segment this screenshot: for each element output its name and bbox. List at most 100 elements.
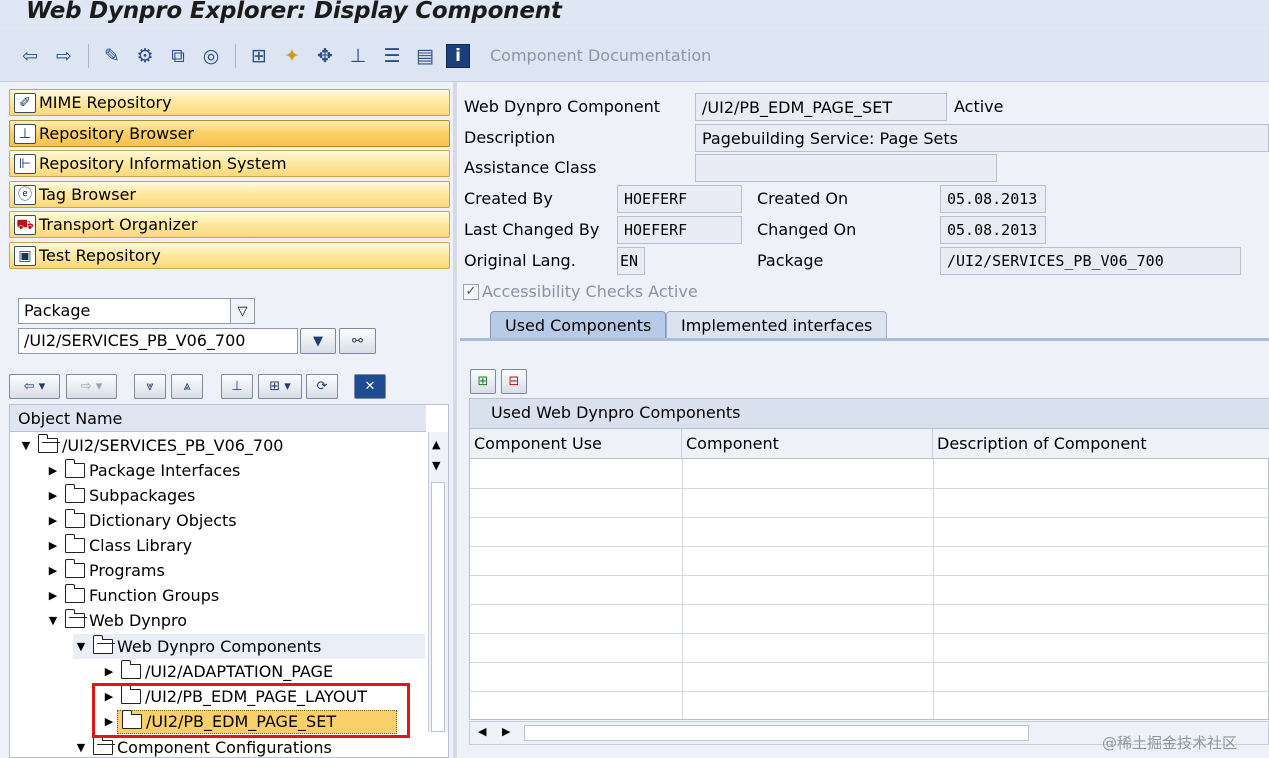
where-used-icon[interactable]: ⧉ — [166, 44, 190, 68]
object-name-input[interactable]: /UI2/SERVICES_PB_V06_700 — [18, 328, 298, 354]
edit-icon[interactable]: ✎ — [100, 44, 124, 68]
tree-row-component-configurations[interactable]: ▼ Component Configurations — [73, 735, 332, 758]
hierarchy-icon[interactable]: ⊥ — [346, 44, 370, 68]
tree-row[interactable]: ▶ Dictionary Objects — [45, 508, 237, 533]
tree-row-label: /UI2/ADAPTATION_PAGE — [145, 662, 334, 681]
list-icon[interactable]: ▤ — [413, 44, 437, 68]
tree-vertical-scrollbar[interactable]: ▲ ▼ — [428, 432, 448, 732]
expand-triangle-icon[interactable]: ▼ — [45, 614, 61, 627]
chevron-down-icon[interactable]: ▽ — [230, 299, 254, 323]
folder-open-icon — [92, 736, 113, 755]
tree-row-label: Function Groups — [89, 586, 220, 605]
tab-implemented-interfaces[interactable]: Implemented interfaces — [666, 311, 888, 339]
pane-splitter[interactable] — [453, 82, 457, 758]
close-tree-button[interactable]: ✕ — [354, 374, 386, 399]
row-line — [470, 633, 1269, 634]
folder-icon — [64, 484, 85, 503]
nav-mime-repository[interactable]: ✐ MIME Repository — [9, 89, 450, 116]
scroll-up-icon[interactable]: ▲ — [432, 438, 440, 451]
navigation-window-icon[interactable]: ⊞ — [247, 44, 271, 68]
collapse-triangle-icon[interactable]: ▶ — [45, 589, 61, 602]
tree-row[interactable]: ▶ Subpackages — [45, 483, 195, 508]
tree-row-label: Programs — [89, 561, 165, 580]
tree-row-web-dynpro[interactable]: ▼ Web Dynpro — [45, 608, 187, 633]
toggle-active-icon[interactable]: ⚙ — [133, 44, 157, 68]
collapse-triangle-icon[interactable]: ▶ — [45, 464, 61, 477]
column-header-component-use[interactable]: Component Use — [470, 429, 682, 459]
scroll-thumb[interactable] — [524, 725, 1029, 741]
info-system-icon: ⊩ — [14, 153, 36, 174]
column-header-description[interactable]: Description of Component — [933, 429, 1269, 459]
dropdown-arrow-button[interactable]: ▼ — [300, 328, 336, 354]
tree-row-web-dynpro-components[interactable]: ▼ Web Dynpro Components — [73, 634, 425, 659]
repository-browser-icon: ⊥ — [14, 123, 36, 144]
scroll-thumb[interactable] — [431, 482, 445, 732]
object-type-select[interactable]: Package ▽ — [18, 298, 255, 324]
column-header-component[interactable]: Component — [682, 429, 933, 459]
tree-row[interactable]: ▶ /UI2/PB_EDM_PAGE_LAYOUT — [101, 684, 367, 709]
tag-browser-icon: ⓔ — [14, 184, 36, 205]
forward-arrow-icon[interactable]: ⇨ — [52, 44, 76, 68]
collapse-triangle-icon[interactable]: ▶ — [45, 564, 61, 577]
collapse-triangle-icon[interactable]: ▶ — [45, 489, 61, 502]
collapse-triangle-icon[interactable]: ▶ — [101, 690, 117, 703]
tree-row[interactable]: ▶ Programs — [45, 558, 165, 583]
used-components-table: Used Web Dynpro Components Component Use… — [469, 398, 1269, 720]
back-arrow-icon[interactable]: ⇦ — [18, 44, 42, 68]
component-field: /UI2/PB_EDM_PAGE_SET — [695, 93, 947, 121]
scroll-left-icon[interactable]: ◀ — [478, 725, 486, 738]
mime-icon: ✐ — [14, 92, 36, 113]
collapse-triangle-icon[interactable]: ▶ — [101, 715, 117, 728]
collapse-all-button[interactable]: ⩓ — [171, 374, 203, 399]
settings-button[interactable]: ⊞ ▾ — [258, 374, 302, 399]
scroll-right-icon[interactable]: ▶ — [502, 725, 510, 738]
display-object-list-icon[interactable]: ◎ — [199, 44, 223, 68]
nav-transport-organizer[interactable]: ⛟ Transport Organizer — [9, 211, 450, 238]
checkbox-checked-icon[interactable]: ✓ — [463, 283, 479, 300]
expand-triangle-icon[interactable]: ▼ — [73, 640, 89, 653]
activate-icon[interactable]: ✦ — [280, 44, 304, 68]
refresh-button[interactable]: ⟳ — [306, 374, 338, 399]
nav-repository-browser[interactable]: ⊥ Repository Browser — [9, 120, 450, 147]
collapse-triangle-icon[interactable]: ▶ — [45, 514, 61, 527]
tree-forward-button[interactable]: ⇨ ▾ — [66, 374, 117, 399]
last-changed-by-label: Last Changed By — [464, 220, 600, 239]
object-type-value: Package — [24, 301, 91, 320]
info-icon[interactable]: i — [446, 44, 470, 68]
tree-row-label: Subpackages — [89, 486, 196, 505]
nav-repository-information-system[interactable]: ⊩ Repository Information System — [9, 150, 450, 177]
tree-row[interactable]: ▶ Class Library — [45, 533, 192, 558]
tree-row-label: Class Library — [89, 536, 193, 555]
tree-row[interactable]: ▶ /UI2/ADAPTATION_PAGE — [101, 659, 333, 684]
package-field: /UI2/SERVICES_PB_V06_700 — [940, 247, 1241, 275]
delete-row-button[interactable]: ⊟ — [501, 369, 527, 394]
hierarchy-button[interactable]: ⊥ — [221, 374, 253, 399]
expand-triangle-icon[interactable]: ▼ — [18, 439, 34, 452]
display-button[interactable]: ⚯ — [339, 328, 376, 354]
nav-tag-browser[interactable]: ⓔ Tag Browser — [9, 181, 450, 208]
application-toolbar: ⇦ ⇨ ✎ ⚙ ⧉ ◎ ⊞ ✦ ✥ ⊥ ☰ ▤ i Component Docu… — [0, 30, 1269, 82]
tree-back-button[interactable]: ⇦ ▾ — [9, 374, 60, 399]
insert-row-button[interactable]: ⊞ — [470, 369, 496, 394]
tree-row-selected[interactable]: ▶ /UI2/PB_EDM_PAGE_SET — [101, 709, 425, 734]
tree-row[interactable]: ▶ Function Groups — [45, 583, 219, 608]
component-documentation-button[interactable]: Component Documentation — [490, 46, 711, 65]
tree-row-package[interactable]: ▼ /UI2/SERVICES_PB_V06_700 — [18, 433, 283, 458]
accessibility-checkbox[interactable]: ✓ Accessibility Checks Active — [463, 282, 698, 301]
tree-row[interactable]: ▶ Package Interfaces — [45, 458, 240, 483]
stack-icon[interactable]: ☰ — [380, 44, 404, 68]
nav-label: Repository Information System — [39, 154, 287, 173]
remove-row-icon: ⊟ — [508, 374, 520, 389]
expand-icon: ⩔ — [146, 379, 154, 394]
tab-used-components[interactable]: Used Components — [490, 311, 667, 339]
folder-open-icon — [37, 434, 58, 453]
collapse-triangle-icon[interactable]: ▶ — [101, 665, 117, 678]
nav-test-repository[interactable]: ▣ Test Repository — [9, 242, 450, 269]
scroll-down-icon[interactable]: ▼ — [432, 459, 440, 472]
move-icon[interactable]: ✥ — [313, 44, 337, 68]
expand-all-button[interactable]: ⩔ — [134, 374, 166, 399]
collapse-triangle-icon[interactable]: ▶ — [45, 539, 61, 552]
expand-triangle-icon[interactable]: ▼ — [73, 741, 89, 754]
tree-header: Object Name — [10, 405, 426, 432]
description-field: Pagebuilding Service: Page Sets — [695, 124, 1269, 152]
